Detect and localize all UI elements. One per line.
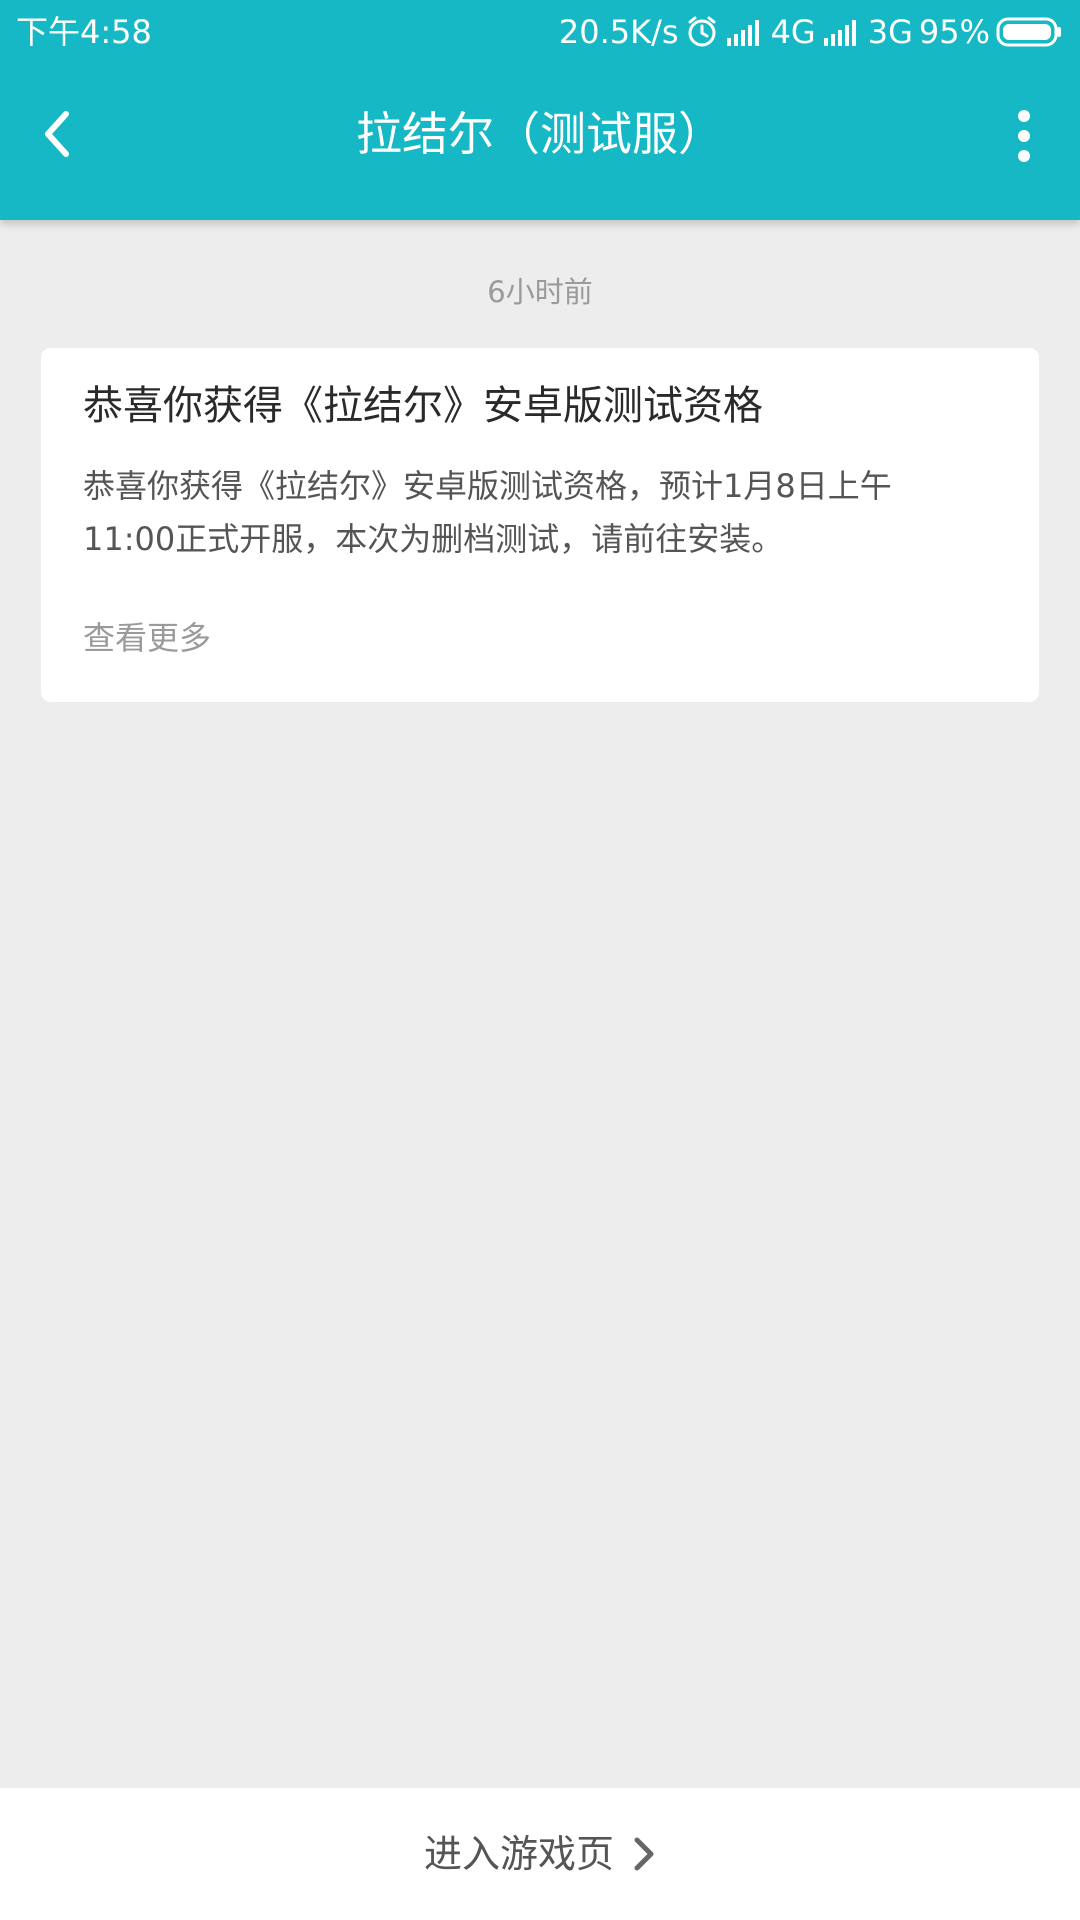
back-button[interactable] [28,102,92,166]
bottom-bar: 进入游戏页 [0,1788,1080,1920]
more-options-button[interactable] [1012,108,1036,164]
signal-icon [725,18,765,46]
network-type-3g: 3G [867,13,913,51]
battery-percent: 95% [918,13,990,51]
chevron-left-icon [45,111,69,157]
chevron-right-icon [634,1837,654,1871]
more-vertical-icon [1018,110,1030,162]
network-speed: 20.5K/s [558,13,679,51]
status-indicators: 20.5K/s 4G 3G 95% [559,12,1062,52]
nav-bar: 拉结尔（测试服） [0,64,1080,220]
message-timestamp: 6小时前 [487,275,593,309]
app-header: 下午4:58 20.5K/s 4G 3G 95% 拉结尔（测试服） [0,0,1080,220]
signal-icon [822,18,862,46]
page-title: 拉结尔（测试服） [356,107,724,161]
message-body: 恭喜你获得《拉结尔》安卓版测试资格，预计1月8日上午11:00正式开服，本次为删… [83,467,892,558]
enter-game-page-label: 进入游戏页 [423,1832,614,1876]
view-more-link[interactable]: 查看更多 [83,616,211,660]
enter-game-page-button[interactable]: 进入游戏页 [0,1788,1080,1920]
network-type-4g: 4G [770,13,816,51]
alarm-icon [685,15,719,49]
message-card[interactable]: 恭喜你获得《拉结尔》安卓版测试资格 恭喜你获得《拉结尔》安卓版测试资格，预计1月… [41,348,1039,702]
battery-icon [996,16,1062,48]
status-bar: 下午4:58 20.5K/s 4G 3G 95% [0,0,1080,64]
status-time: 下午4:58 [16,13,152,51]
message-title: 恭喜你获得《拉结尔》安卓版测试资格 [83,383,763,429]
